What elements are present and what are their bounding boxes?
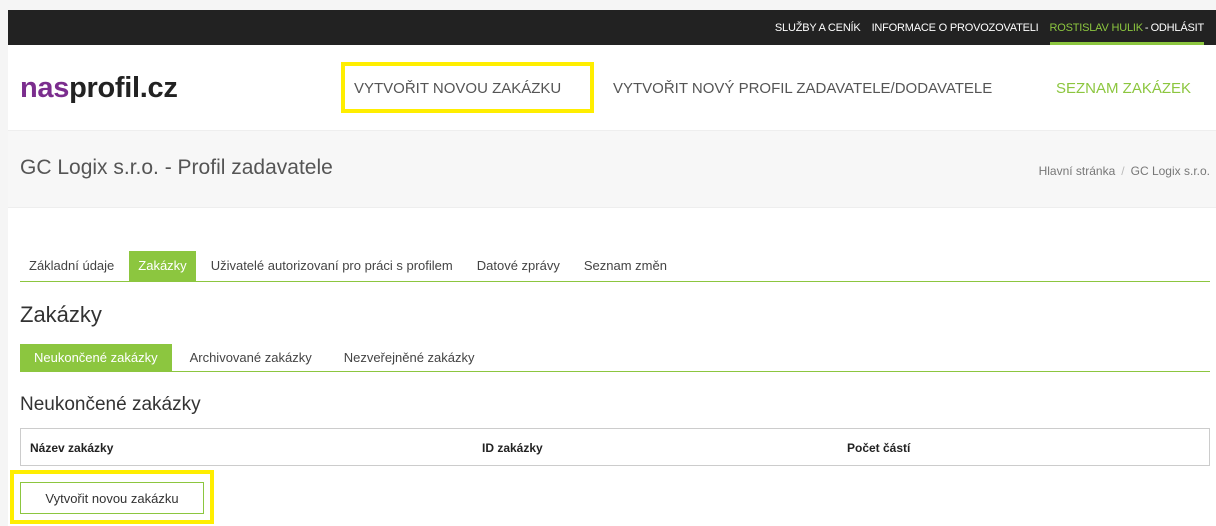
- subsection-title: Neukončené zakázky: [20, 394, 201, 415]
- tab-authorized-users[interactable]: Uživatelé autorizovaní pro práci s profi…: [202, 251, 462, 282]
- tab-basic-info[interactable]: Základní údaje: [20, 251, 123, 282]
- column-header-name[interactable]: Název zakázky: [30, 441, 113, 455]
- nav-order-list[interactable]: SEZNAM ZAKÁZEK: [1056, 80, 1191, 97]
- orders-table-header: Název zakázky ID zakázky Počet částí: [20, 428, 1210, 466]
- page-title: GC Logix s.r.o. - Profil zadavatele: [20, 156, 333, 179]
- page-frame: SLUŽBY A CENÍK INFORMACE O PROVOZOVATELI…: [8, 10, 1216, 526]
- operator-info-link[interactable]: INFORMACE O PROVOZOVATELI: [872, 22, 1039, 34]
- column-header-parts[interactable]: Počet částí: [847, 441, 910, 455]
- tab-orders[interactable]: Zakázky: [129, 251, 196, 282]
- tab-data-messages[interactable]: Datové zprávy: [468, 251, 569, 282]
- user-separator: -: [1144, 21, 1149, 34]
- profile-tabs: Základní údaje Zakázky Uživatelé autoriz…: [20, 251, 1210, 282]
- logout-link[interactable]: ODHLÁSIT: [1151, 22, 1205, 34]
- title-band: GC Logix s.r.o. - Profil zadavatele Hlav…: [8, 130, 1216, 208]
- header: nasprofil.cz VYTVOŘIT NOVOU ZAKÁZKU VYTV…: [8, 45, 1216, 130]
- highlight-create-order-button: [10, 470, 214, 524]
- user-name-link[interactable]: ROSTISLAV HULIK: [1050, 22, 1144, 34]
- user-menu: ROSTISLAV HULIK - ODHLÁSIT: [1049, 10, 1205, 45]
- breadcrumb-home[interactable]: Hlavní stránka: [1039, 164, 1116, 178]
- services-link[interactable]: SLUŽBY A CENÍK: [775, 22, 861, 34]
- tab-change-log[interactable]: Seznam změn: [575, 251, 676, 282]
- tab-unpublished-orders[interactable]: Nezveřejněné zakázky: [330, 344, 489, 372]
- column-header-id[interactable]: ID zakázky: [482, 441, 543, 455]
- breadcrumb-current: GC Logix s.r.o.: [1130, 164, 1210, 178]
- highlight-create-order-nav: [341, 62, 594, 113]
- nav-create-profile[interactable]: VYTVOŘIT NOVÝ PROFIL ZADAVATELE/DODAVATE…: [613, 80, 992, 97]
- top-bar: SLUŽBY A CENÍK INFORMACE O PROVOZOVATELI…: [8, 10, 1216, 45]
- breadcrumb: Hlavní stránka / GC Logix s.r.o.: [1039, 164, 1210, 178]
- main-nav: VYTVOŘIT NOVOU ZAKÁZKU VYTVOŘIT NOVÝ PRO…: [8, 45, 1216, 130]
- order-status-tabs: Neukončené zakázky Archivované zakázky N…: [20, 344, 1210, 372]
- tab-open-orders[interactable]: Neukončené zakázky: [20, 344, 172, 372]
- section-title: Zakázky: [20, 302, 102, 327]
- breadcrumb-separator: /: [1121, 164, 1125, 178]
- tab-archived-orders[interactable]: Archivované zakázky: [176, 344, 326, 372]
